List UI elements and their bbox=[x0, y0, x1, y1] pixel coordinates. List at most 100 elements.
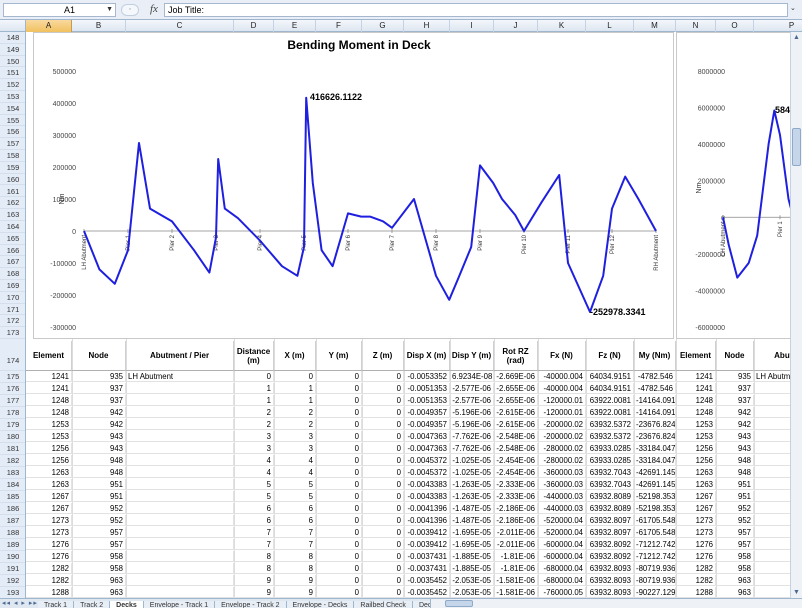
table-cell[interactable]: -520000.04 bbox=[538, 527, 586, 538]
table-cell[interactable]: 6 bbox=[234, 515, 274, 526]
table-cell[interactable]: 1253 bbox=[676, 419, 716, 430]
column-header-o[interactable]: O bbox=[716, 20, 754, 32]
table-cell[interactable]: 63932.8097 bbox=[586, 527, 634, 538]
table-cell[interactable]: -120000.01 bbox=[538, 395, 586, 406]
table-cell[interactable] bbox=[754, 587, 790, 598]
table-cell[interactable]: 0 bbox=[362, 467, 404, 478]
table-cell[interactable]: -120000.01 bbox=[538, 407, 586, 418]
table-cell[interactable]: 1 bbox=[274, 395, 316, 406]
table-cell[interactable]: 0 bbox=[234, 371, 274, 382]
table-header-cell[interactable]: Disp X (m) bbox=[404, 341, 450, 371]
table-cell[interactable]: -360000.03 bbox=[538, 479, 586, 490]
table-cell[interactable]: 1256 bbox=[676, 455, 716, 466]
table-cell[interactable] bbox=[754, 539, 790, 550]
table-cell[interactable]: 942 bbox=[716, 419, 754, 430]
table-cell[interactable]: -0.0051353 bbox=[404, 395, 450, 406]
table-cell[interactable]: 1 bbox=[234, 395, 274, 406]
table-cell[interactable]: -61705.548 bbox=[634, 515, 676, 526]
table-cell[interactable]: -1.025E-05 bbox=[450, 467, 494, 478]
table-cell[interactable] bbox=[754, 395, 790, 406]
table-cell[interactable]: -0.0047363 bbox=[404, 431, 450, 442]
table-cell[interactable]: 5 bbox=[274, 479, 316, 490]
column-header-l[interactable]: L bbox=[586, 20, 634, 32]
table-cell[interactable]: 1273 bbox=[676, 515, 716, 526]
table-cell[interactable]: -23676.824 bbox=[634, 431, 676, 442]
table-header-cell[interactable]: Abutment / Pier bbox=[126, 341, 234, 371]
table-cell[interactable]: 0 bbox=[316, 467, 362, 478]
row-header[interactable]: 171 bbox=[0, 304, 25, 316]
table-cell[interactable]: -0.0037431 bbox=[404, 551, 450, 562]
table-cell[interactable]: 1276 bbox=[26, 539, 72, 550]
table-cell[interactable]: 943 bbox=[716, 443, 754, 454]
table-cell[interactable]: -42691.145 bbox=[634, 479, 676, 490]
table-cell[interactable]: 1273 bbox=[26, 515, 72, 526]
table-cell[interactable]: -2.615E-06 bbox=[494, 407, 538, 418]
table-cell[interactable]: -2.615E-06 bbox=[494, 419, 538, 430]
table-cell[interactable]: -600000.04 bbox=[538, 551, 586, 562]
table-cell[interactable] bbox=[754, 455, 790, 466]
table-cell[interactable]: -280000.02 bbox=[538, 455, 586, 466]
table-cell[interactable]: 0 bbox=[316, 395, 362, 406]
table-cell[interactable]: 1263 bbox=[676, 479, 716, 490]
formula-cancel-icon[interactable]: ◦ bbox=[121, 4, 139, 16]
row-header[interactable]: 193 bbox=[0, 587, 25, 598]
row-header[interactable]: 185 bbox=[0, 491, 25, 503]
table-cell[interactable]: 0 bbox=[316, 539, 362, 550]
row-header[interactable]: 186 bbox=[0, 503, 25, 515]
column-header-h[interactable]: H bbox=[404, 20, 450, 32]
table-cell[interactable]: LH Abutment bbox=[126, 371, 234, 382]
row-header[interactable]: 159 bbox=[0, 162, 25, 174]
table-cell[interactable]: 963 bbox=[72, 587, 126, 598]
table-cell[interactable]: 1263 bbox=[26, 479, 72, 490]
table-cell[interactable]: 63932.8093 bbox=[586, 587, 634, 598]
row-header[interactable]: 175 bbox=[0, 371, 25, 383]
table-cell[interactable]: -1.487E-05 bbox=[450, 515, 494, 526]
table-cell[interactable]: 958 bbox=[716, 551, 754, 562]
table-cell[interactable]: 0 bbox=[362, 431, 404, 442]
table-cell[interactable]: 0 bbox=[316, 419, 362, 430]
table-cell[interactable]: -2.548E-06 bbox=[494, 431, 538, 442]
table-cell[interactable]: -0.0053352 bbox=[404, 371, 450, 382]
column-header-c[interactable]: C bbox=[126, 20, 234, 32]
table-cell[interactable]: 963 bbox=[716, 575, 754, 586]
table-cell[interactable]: 4 bbox=[274, 455, 316, 466]
sheet-tab[interactable]: Envelope - Track 1 bbox=[143, 601, 216, 608]
table-cell[interactable]: 1282 bbox=[676, 563, 716, 574]
table-cell[interactable]: -1.695E-05 bbox=[450, 527, 494, 538]
table-cell[interactable]: 1273 bbox=[26, 527, 72, 538]
table-cell[interactable]: 1241 bbox=[26, 371, 72, 382]
sheet-grid[interactable]: Bending Moment in Deck 500000 400000 300000… bbox=[26, 32, 790, 598]
table-cell[interactable]: 1253 bbox=[676, 431, 716, 442]
table-cell[interactable]: 1267 bbox=[676, 491, 716, 502]
table-cell[interactable]: 1241 bbox=[676, 371, 716, 382]
scroll-up-icon[interactable]: ▲ bbox=[791, 32, 802, 43]
expand-formula-icon[interactable]: ⌄ bbox=[790, 4, 800, 16]
row-header[interactable]: 153 bbox=[0, 91, 25, 103]
table-cell[interactable]: -1.81E-06 bbox=[494, 563, 538, 574]
table-cell[interactable] bbox=[126, 479, 234, 490]
horizontal-scroll-thumb[interactable] bbox=[445, 600, 473, 607]
row-header[interactable]: 188 bbox=[0, 527, 25, 539]
column-header-a[interactable]: A bbox=[26, 20, 72, 32]
table-cell[interactable]: 942 bbox=[72, 419, 126, 430]
chevron-down-icon[interactable]: ▼ bbox=[106, 4, 113, 16]
table-cell[interactable]: 8 bbox=[234, 563, 274, 574]
scroll-down-icon[interactable]: ▼ bbox=[791, 587, 802, 598]
table-cell[interactable]: 958 bbox=[72, 551, 126, 562]
table-cell[interactable]: 0 bbox=[316, 527, 362, 538]
table-cell[interactable]: -40000.004 bbox=[538, 371, 586, 382]
table-cell[interactable] bbox=[126, 431, 234, 442]
table-cell[interactable]: LH Abutment bbox=[754, 371, 790, 382]
row-header[interactable]: 160 bbox=[0, 174, 25, 186]
table-cell[interactable]: 963 bbox=[716, 587, 754, 598]
table-cell[interactable]: 0 bbox=[316, 407, 362, 418]
table-cell[interactable] bbox=[754, 491, 790, 502]
table-cell[interactable]: 0 bbox=[362, 395, 404, 406]
table-cell[interactable]: 963 bbox=[72, 575, 126, 586]
table-cell[interactable]: -0.0047363 bbox=[404, 443, 450, 454]
table-cell[interactable]: -200000.02 bbox=[538, 419, 586, 430]
table-cell[interactable]: 7 bbox=[274, 539, 316, 550]
table-cell[interactable]: 7 bbox=[234, 539, 274, 550]
table-cell[interactable]: -200000.02 bbox=[538, 431, 586, 442]
table-cell[interactable]: 1267 bbox=[26, 503, 72, 514]
